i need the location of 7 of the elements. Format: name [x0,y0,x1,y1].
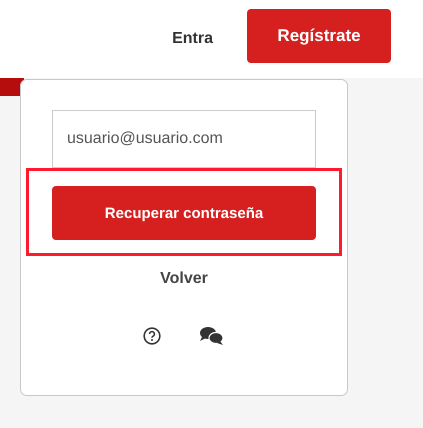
recover-password-button[interactable]: Recuperar contraseña [52,186,316,240]
login-link[interactable]: Entra [172,30,213,48]
chat-icon[interactable] [199,326,225,346]
help-icon[interactable] [143,327,161,345]
back-link[interactable]: Volver [160,270,208,288]
email-field[interactable]: usuario@usuario.com [52,110,316,168]
register-button[interactable]: Regístrate [247,9,391,63]
